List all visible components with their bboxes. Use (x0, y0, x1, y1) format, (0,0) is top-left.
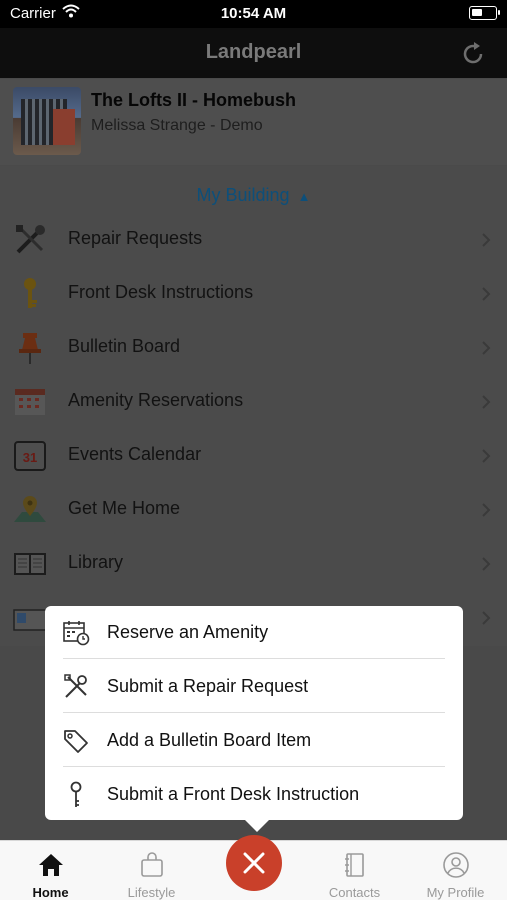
tab-label: Home (32, 885, 69, 900)
calendar-grid-icon (15, 389, 45, 415)
book-icon (14, 553, 46, 575)
popup-front-desk-instruction[interactable]: Submit a Front Desk Instruction (45, 768, 463, 821)
tab-my-profile[interactable]: My Profile (405, 841, 506, 900)
property-name: The Lofts II - Homebush (91, 90, 296, 110)
status-bar: Carrier 10:54 AM (0, 0, 507, 28)
section-label: My Building (196, 185, 290, 205)
menu-item-label: Library (68, 552, 124, 572)
divider (63, 658, 445, 659)
menu-item-label: Get Me Home (68, 498, 181, 518)
quick-actions-popup: Reserve an Amenity Submit a Repair Reque… (45, 606, 463, 832)
popup-item-label: Reserve an Amenity (107, 622, 269, 642)
nav-bar: Landpearl (0, 28, 507, 78)
popup-repair-request[interactable]: Submit a Repair Request (45, 660, 463, 713)
app-title: Landpearl (205, 41, 302, 63)
tab-lifestyle[interactable]: Lifestyle (101, 841, 202, 900)
menu-item-label: Front Desk Instructions (68, 282, 254, 302)
refresh-icon[interactable] (459, 40, 487, 68)
tab-label: Lifestyle (127, 885, 176, 900)
id-card-icon (13, 609, 47, 631)
chevron-right-icon (482, 557, 491, 571)
menu-item-bulletin-board[interactable]: Bulletin Board (0, 322, 507, 376)
menu-item-label: Events Calendar (68, 444, 202, 464)
my-building-toggle[interactable]: My Building ▲ (0, 185, 507, 206)
property-thumbnail (13, 87, 81, 155)
collapse-arrow-icon: ▲ (297, 189, 311, 204)
divider (63, 712, 445, 713)
svg-text:31: 31 (23, 450, 37, 465)
menu-item-label: Bulletin Board (68, 336, 181, 356)
home-icon (39, 854, 63, 876)
tab-home[interactable]: Home (0, 841, 101, 900)
map-pin-icon (14, 496, 46, 522)
menu-item-events-calendar[interactable]: 31 Events Calendar (0, 430, 507, 484)
menu-item-repair-requests[interactable]: Repair Requests (0, 214, 507, 268)
tab-label: My Profile (426, 885, 485, 900)
menu-item-library[interactable]: Library (0, 538, 507, 592)
menu-item-label: Repair Requests (68, 228, 203, 248)
menu-item-get-me-home[interactable]: Get Me Home (0, 484, 507, 538)
calendar-31-icon: 31 (14, 441, 46, 471)
key-icon (24, 278, 37, 308)
chevron-right-icon (482, 341, 491, 355)
clock: 10:54 AM (220, 5, 287, 22)
popup-item-label: Submit a Repair Request (107, 676, 309, 696)
tab-contacts[interactable]: Contacts (304, 841, 405, 900)
popup-bulletin-item[interactable]: Add a Bulletin Board Item (45, 714, 463, 767)
tools-icon (64, 674, 87, 698)
close-quick-actions-button[interactable] (226, 835, 282, 891)
chevron-right-icon (482, 611, 491, 625)
menu-item-label: Amenity Reservations (68, 390, 244, 410)
chevron-right-icon (482, 233, 491, 247)
chevron-right-icon (482, 287, 491, 301)
popup-item-label: Submit a Front Desk Instruction (107, 784, 360, 804)
popup-item-label: Add a Bulletin Board Item (107, 730, 312, 750)
tab-label: Contacts (328, 885, 381, 900)
property-header[interactable]: The Lofts II - Homebush Melissa Strange … (0, 79, 507, 165)
chevron-right-icon (482, 503, 491, 517)
menu-item-front-desk[interactable]: Front Desk Instructions (0, 268, 507, 322)
wrench-screwdriver-icon (16, 225, 45, 254)
pushpin-icon (19, 333, 41, 364)
close-icon (243, 852, 265, 874)
address-book-icon (345, 853, 364, 877)
battery-icon (469, 6, 500, 20)
profile-icon (443, 852, 469, 878)
property-user: Melissa Strange - Demo (91, 117, 263, 134)
shopping-bag-icon (141, 852, 163, 877)
key-icon (70, 781, 82, 807)
chevron-right-icon (482, 449, 491, 463)
my-building-section: My Building ▲ Repair Requests Front Desk … (0, 166, 507, 646)
calendar-clock-icon (63, 621, 90, 646)
tag-icon (64, 730, 88, 753)
chevron-right-icon (482, 395, 491, 409)
divider (63, 766, 445, 767)
menu-item-amenity-reservations[interactable]: Amenity Reservations (0, 376, 507, 430)
popup-reserve-amenity[interactable]: Reserve an Amenity (45, 606, 463, 659)
